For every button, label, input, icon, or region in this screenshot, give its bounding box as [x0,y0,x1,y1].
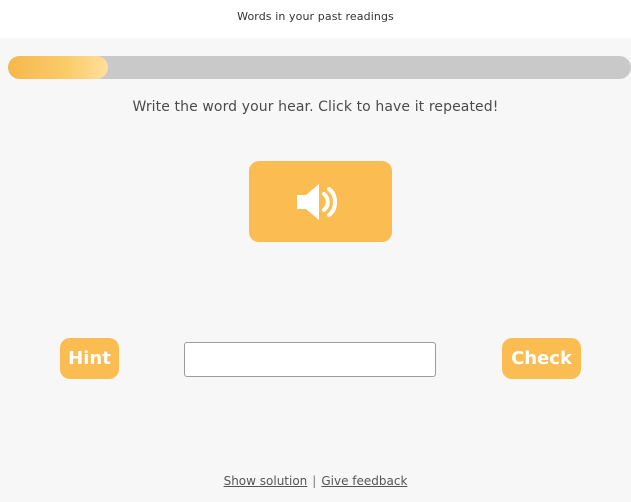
show-solution-link[interactable]: Show solution [224,474,308,488]
progress-fill [8,56,108,79]
give-feedback-link[interactable]: Give feedback [321,474,407,488]
play-sound-button[interactable] [249,161,392,242]
hint-button[interactable]: Hint [60,338,119,379]
footer-links: Show solution | Give feedback [0,474,631,488]
speaker-icon [296,183,337,220]
exercise-instruction: Write the word your hear. Click to have … [132,99,499,115]
answer-input[interactable] [184,342,436,377]
footer-separator: | [312,474,317,488]
progress-bar [8,56,631,79]
check-button[interactable]: Check [502,338,581,379]
page-title: Words in your past readings [237,10,394,23]
header-bar: Words in your past readings [0,0,631,38]
